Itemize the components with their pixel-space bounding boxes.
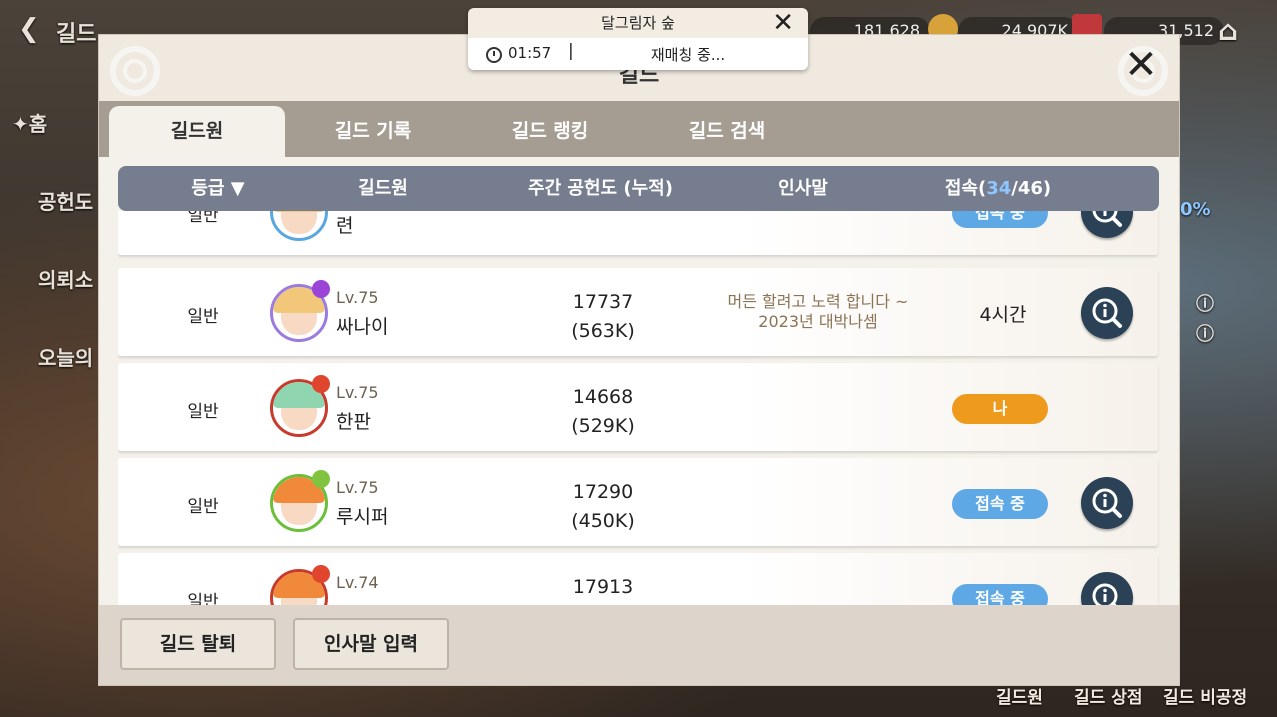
member-contribution: 17913 <box>538 573 668 602</box>
side-menu-home[interactable]: ✦홈 <box>12 108 47 137</box>
avatar-face <box>281 211 317 234</box>
weekly-contribution: 17737 <box>572 291 634 313</box>
matching-separator: | <box>568 41 574 61</box>
total-contribution: (300) <box>538 211 668 216</box>
sort-down-icon: ▼ <box>230 178 245 199</box>
nav-shop[interactable]: 길드 상점 <box>1074 683 1142 708</box>
member-row[interactable]: 일반 Lv.74 17913 접속 중 <box>118 553 1158 605</box>
member-row[interactable]: 일반 Lv.75 한판 14668 (529K) 나 <box>118 363 1158 451</box>
background-title: 길드 <box>56 22 97 47</box>
column-greeting: 인사말 <box>778 178 828 199</box>
magnifier-info-icon <box>1092 488 1122 518</box>
member-info-button[interactable] <box>1081 572 1133 605</box>
progress-percent: 0% <box>1180 199 1211 220</box>
total-contribution: (529K) <box>571 415 635 437</box>
total-contribution: (563K) <box>571 320 635 342</box>
member-grade: 일반 <box>187 497 219 517</box>
column-contribution: 주간 공헌도 (누적) <box>528 178 673 199</box>
matching-popup: 달그림자 숲 ✕ 01:57 | 재매칭 중... <box>468 8 808 70</box>
guild-modal: 길드 ✕ 길드원 길드 기록 길드 랭킹 길드 검색 등급 ▼ 길드원 주간 공… <box>98 34 1180 686</box>
member-row[interactable]: 일반 Lv.75 루시퍼 17290 (450K) 접속 중 <box>118 458 1158 546</box>
column-member: 길드원 <box>358 178 408 199</box>
home-icon[interactable]: ⌂ <box>1218 14 1238 47</box>
weekly-contribution: 17290 <box>572 481 634 503</box>
member-info-button[interactable] <box>1081 287 1133 339</box>
nav-airship[interactable]: 길드 비공정 <box>1163 683 1247 708</box>
element-badge-icon <box>312 280 330 298</box>
tab-bar: 길드원 길드 기록 길드 랭킹 길드 검색 <box>99 101 1179 157</box>
member-name: 싸나이 <box>336 316 389 338</box>
magnifier-info-icon <box>1092 211 1122 227</box>
magnifier-info-icon <box>1092 583 1118 605</box>
element-badge-icon <box>312 565 330 583</box>
member-name: 련 <box>336 215 354 237</box>
member-level: Lv.75 <box>336 478 379 497</box>
matching-status: 재매칭 중... <box>650 46 726 64</box>
element-badge-icon <box>312 470 330 488</box>
member-row[interactable]: 일반 련 (300) 접속 중 <box>118 211 1158 255</box>
column-grade[interactable]: 등급 ▼ <box>138 166 298 211</box>
member-contribution: 14668 (529K) <box>538 383 668 441</box>
status-badge: 접속 중 <box>952 211 1048 228</box>
matching-close-icon[interactable]: ✕ <box>772 8 794 38</box>
member-contribution: 17737 (563K) <box>538 288 668 346</box>
side-menu-contribution[interactable]: 공헌도 <box>38 186 93 215</box>
matching-status-bar: 01:57 | 재매칭 중... <box>468 38 808 70</box>
clock-icon <box>486 47 502 63</box>
member-grade: 일반 <box>187 402 219 422</box>
member-row[interactable]: 일반 Lv.75 싸나이 17737 (563K) 머든 할려고 노력 합니다 … <box>118 268 1158 356</box>
column-online: 접속(34/46) <box>944 178 1052 199</box>
member-level: Lv.75 <box>336 288 379 307</box>
magnifier-info-icon <box>1092 298 1122 328</box>
total-contribution: (450K) <box>571 510 635 532</box>
greeting-input-button[interactable]: 인사말 입력 <box>293 618 449 670</box>
member-level: Lv.74 <box>336 573 379 592</box>
leave-guild-button[interactable]: 길드 탈퇴 <box>120 618 276 670</box>
member-grade: 일반 <box>187 211 219 226</box>
matching-time: 01:57 <box>508 44 552 62</box>
member-grade: 일반 <box>187 307 219 327</box>
tab-records[interactable]: 길드 기록 <box>285 106 461 157</box>
side-menu-request[interactable]: 의뢰소 <box>38 264 93 293</box>
status-badge: 접속 중 <box>952 584 1048 605</box>
side-menu-today[interactable]: 오늘의 <box>38 342 93 371</box>
member-name: 루시퍼 <box>336 506 389 528</box>
member-grade: 일반 <box>187 592 219 605</box>
status-badge: 접속 중 <box>952 489 1048 519</box>
info-icon-small-2[interactable]: ⓘ <box>1196 320 1214 346</box>
element-badge-icon <box>312 375 330 393</box>
modal-footer: 길드 탈퇴 인사말 입력 <box>99 605 1179 685</box>
member-info-button[interactable] <box>1081 477 1133 529</box>
member-greeting: 머든 할려고 노력 합니다 ~ 2023년 대박나셈 <box>727 292 909 331</box>
member-contribution: 17290 (450K) <box>538 478 668 536</box>
weekly-contribution: 17913 <box>572 576 634 598</box>
member-list[interactable]: 일반 련 (300) 접속 중 일반 Lv.75 <box>118 211 1160 605</box>
tab-members[interactable]: 길드원 <box>109 106 285 157</box>
weekly-contribution: 14668 <box>572 386 634 408</box>
nav-members[interactable]: 길드원 <box>996 683 1043 708</box>
back-arrow-icon[interactable]: ❮ <box>18 14 40 44</box>
close-button[interactable]: ✕ <box>1121 45 1161 85</box>
tab-search[interactable]: 길드 검색 <box>639 106 815 157</box>
member-contribution: (300) <box>538 211 668 216</box>
last-seen: 4시간 <box>979 304 1027 326</box>
member-level: Lv.75 <box>336 383 379 402</box>
avatar-hair <box>273 211 325 212</box>
avatar[interactable] <box>270 211 328 241</box>
member-name: 한판 <box>336 411 371 433</box>
info-icon-small[interactable]: ⓘ <box>1196 290 1214 316</box>
tab-ranking[interactable]: 길드 랭킹 <box>462 106 638 157</box>
status-badge: 나 <box>952 394 1048 424</box>
table-header: 등급 ▼ 길드원 주간 공헌도 (누적) 인사말 접속(34/46) <box>118 166 1159 211</box>
matching-title: 달그림자 숲 <box>601 14 675 32</box>
member-info-button[interactable] <box>1081 211 1133 238</box>
